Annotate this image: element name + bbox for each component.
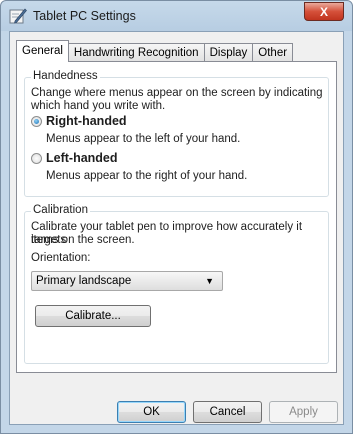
calibrate-button[interactable]: Calibrate...: [35, 305, 151, 327]
right-handed-label[interactable]: Right-handed: [46, 115, 127, 128]
left-handed-radio[interactable]: [31, 153, 42, 164]
tab-display[interactable]: Display: [204, 43, 254, 62]
handedness-description-line2: which hand you write with.: [31, 100, 166, 112]
title-bar[interactable]: Tablet PC Settings X: [1, 1, 352, 31]
calibration-description-line2: items on the screen.: [31, 234, 135, 246]
close-button[interactable]: X: [304, 2, 344, 21]
handedness-title: Handedness: [31, 70, 100, 82]
calibration-group: Calibration Calibrate your tablet pen to…: [24, 204, 329, 364]
tab-strip: General Handwriting Recognition Display …: [16, 40, 294, 62]
chevron-down-icon: ▼: [205, 276, 214, 286]
tablet-pen-icon: [9, 8, 27, 24]
ok-button[interactable]: OK: [117, 401, 186, 423]
orientation-label: Orientation:: [31, 252, 91, 264]
close-icon: X: [319, 4, 328, 19]
tab-general[interactable]: General: [16, 40, 69, 62]
handedness-description-line1: Change where menus appear on the screen …: [31, 87, 323, 99]
tab-panel-general: Handedness Change where menus appear on …: [16, 61, 337, 373]
tab-handwriting-recognition[interactable]: Handwriting Recognition: [68, 43, 205, 62]
tab-other[interactable]: Other: [253, 43, 294, 62]
radio-selected-dot: [34, 119, 39, 124]
cancel-button[interactable]: Cancel: [193, 401, 262, 423]
left-handed-label[interactable]: Left-handed: [46, 152, 118, 165]
apply-button[interactable]: Apply: [269, 401, 338, 423]
dialog-client-area: General Handwriting Recognition Display …: [9, 31, 344, 425]
calibration-title: Calibration: [31, 204, 90, 216]
orientation-dropdown[interactable]: Primary landscape ▼: [31, 271, 223, 291]
window-title: Tablet PC Settings: [33, 9, 136, 23]
right-handed-radio[interactable]: [31, 116, 42, 127]
right-handed-hint: Menus appear to the left of your hand.: [46, 133, 241, 145]
handedness-group: Handedness Change where menus appear on …: [24, 70, 329, 197]
dialog-window: Tablet PC Settings X General Handwriting…: [0, 0, 353, 434]
left-handed-hint: Menus appear to the right of your hand.: [46, 170, 248, 182]
orientation-value: Primary landscape: [36, 275, 132, 287]
